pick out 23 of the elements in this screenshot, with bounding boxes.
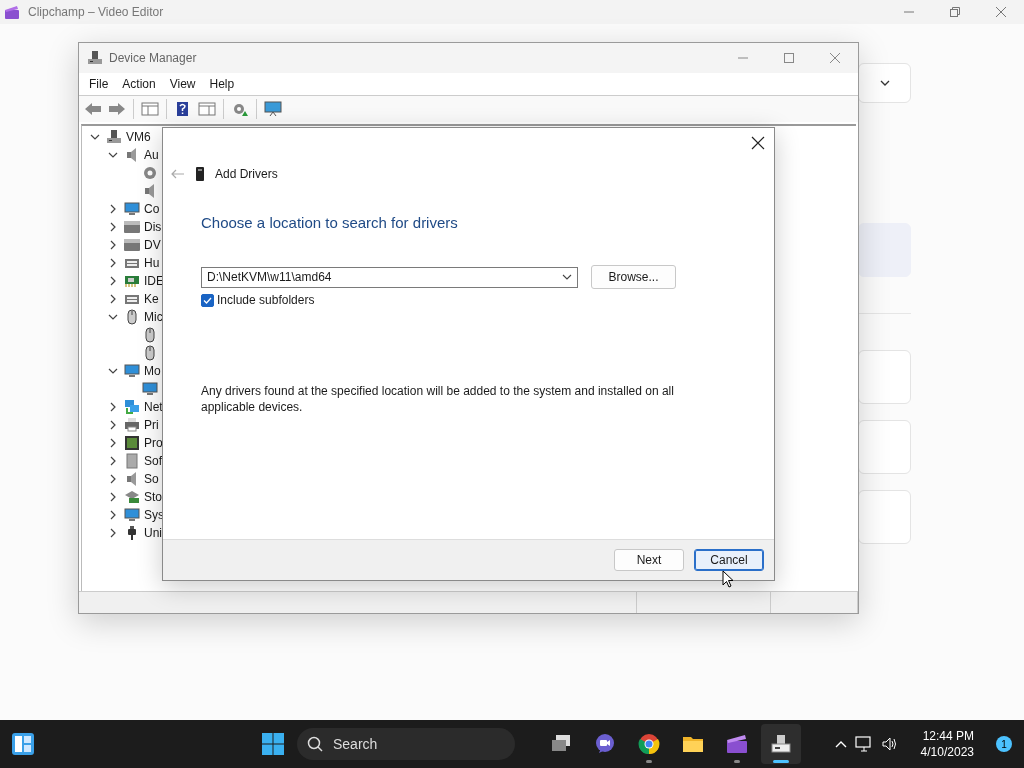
heading: Choose a location to search for drivers: [201, 214, 459, 231]
tree-label: Uni: [144, 526, 162, 540]
tree-label: VM6: [126, 130, 151, 144]
tree-label: Pro: [144, 436, 163, 450]
tree-label: Ke: [144, 292, 159, 306]
tree-label: DV: [144, 238, 161, 252]
checkbox-label: Include subfolders: [217, 293, 315, 307]
tree-label: Dis: [144, 220, 162, 234]
tree-label: Sof: [144, 454, 162, 468]
tree-label: Mic: [144, 310, 163, 324]
tree-label: Pri: [144, 418, 159, 432]
tree-label: Hu: [144, 256, 160, 270]
tree-label: Sto: [144, 490, 162, 504]
tree-label: Au: [144, 148, 159, 162]
window-title: Clipchamp – Video Editor: [28, 5, 164, 19]
tree-label: Co: [144, 202, 160, 216]
dialog-title: Add Drivers: [215, 167, 278, 181]
window-title: Device Manager: [109, 51, 197, 65]
search-label: Search: [333, 736, 378, 752]
tree-label: So: [144, 472, 159, 486]
description-text: Any drivers found at the specified location will be added to the system and installed on all applicable devices.: [201, 383, 675, 415]
tree-label: Mo: [144, 364, 161, 378]
tree-label: Net: [144, 400, 163, 414]
